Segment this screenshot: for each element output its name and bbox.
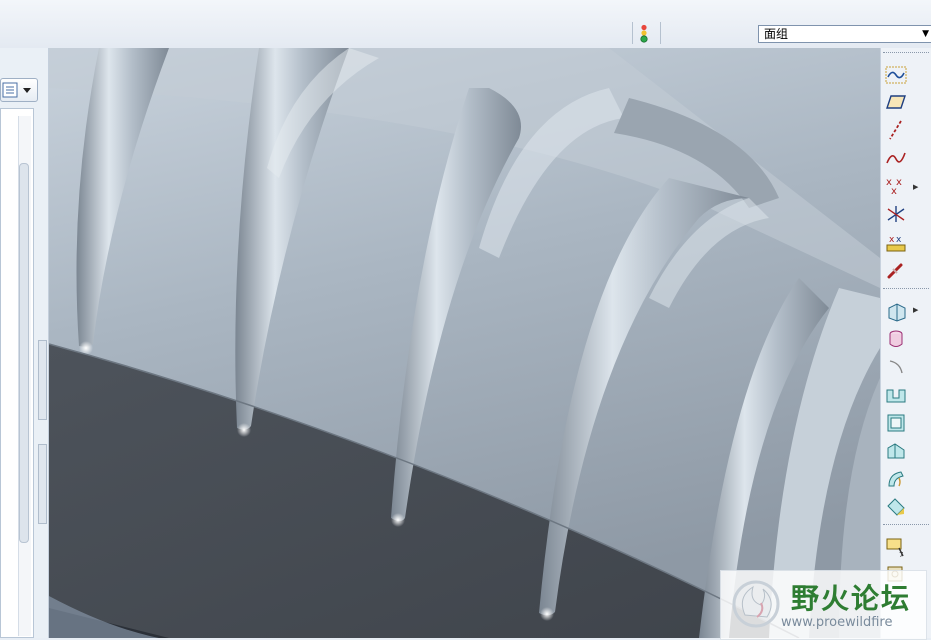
toolbar-separator	[632, 22, 633, 44]
feature-toolbar: x x x ▶ x x ▶ 7	[880, 48, 931, 638]
ribbed-part-model	[49, 48, 880, 638]
selection-filter-dropdown[interactable]: 面组 ▼	[758, 25, 931, 43]
round-icon[interactable]	[885, 496, 907, 518]
shell-icon[interactable]	[885, 412, 907, 434]
hole-icon[interactable]	[885, 384, 907, 406]
svg-text:x: x	[891, 186, 897, 197]
model-viewport[interactable]	[49, 48, 880, 638]
tree-settings-button[interactable]	[0, 78, 38, 102]
analysis-icon[interactable]: x x	[885, 231, 907, 253]
model-tree-panel	[0, 48, 49, 638]
datum-csys-icon[interactable]	[885, 203, 907, 225]
svg-text:7: 7	[899, 551, 903, 558]
regenerate-status-icon[interactable]	[638, 24, 650, 44]
forum-watermark: 野火论坛 www.proewildfire	[720, 570, 927, 640]
datum-plane-icon[interactable]	[885, 91, 907, 113]
fire-logo-icon	[732, 580, 780, 628]
datum-point-icon[interactable]: x x x	[885, 175, 907, 197]
model-tree-settings-icon	[2, 82, 31, 98]
datum-axis-icon[interactable]	[885, 119, 907, 141]
svg-text:x: x	[889, 235, 895, 245]
selection-filter-value: 面组	[764, 27, 789, 41]
watermark-title: 野火论坛	[791, 582, 912, 615]
tree-scrollbar-thumb[interactable]	[19, 163, 29, 543]
panel-resize-handle[interactable]	[38, 444, 47, 524]
watermark-url: www.proewildfire	[781, 615, 893, 630]
chevron-down-icon[interactable]: ▼	[922, 26, 929, 42]
panel-resize-handle[interactable]	[38, 340, 47, 420]
datum-curve-icon[interactable]	[885, 147, 907, 169]
flyout-arrow-icon[interactable]: ▶	[913, 183, 918, 191]
svg-text:x: x	[896, 235, 902, 245]
top-toolbar: 面组 ▼	[0, 0, 931, 49]
toolbar-separator	[883, 288, 929, 291]
chain-link-icon[interactable]	[885, 259, 907, 281]
toolbar-grip	[883, 52, 929, 55]
flyout-arrow-icon[interactable]: ▶	[913, 306, 918, 314]
sketched-curve-icon[interactable]	[885, 64, 907, 86]
draft-icon[interactable]	[885, 468, 907, 490]
extrude-icon[interactable]	[885, 300, 907, 322]
rib-icon[interactable]	[885, 440, 907, 462]
variable-sweep-icon[interactable]	[885, 356, 907, 378]
toolbar-separator	[660, 22, 661, 44]
note-icon[interactable]: 7	[885, 536, 907, 558]
toolbar-separator	[883, 524, 929, 527]
revolve-icon[interactable]	[885, 328, 907, 350]
